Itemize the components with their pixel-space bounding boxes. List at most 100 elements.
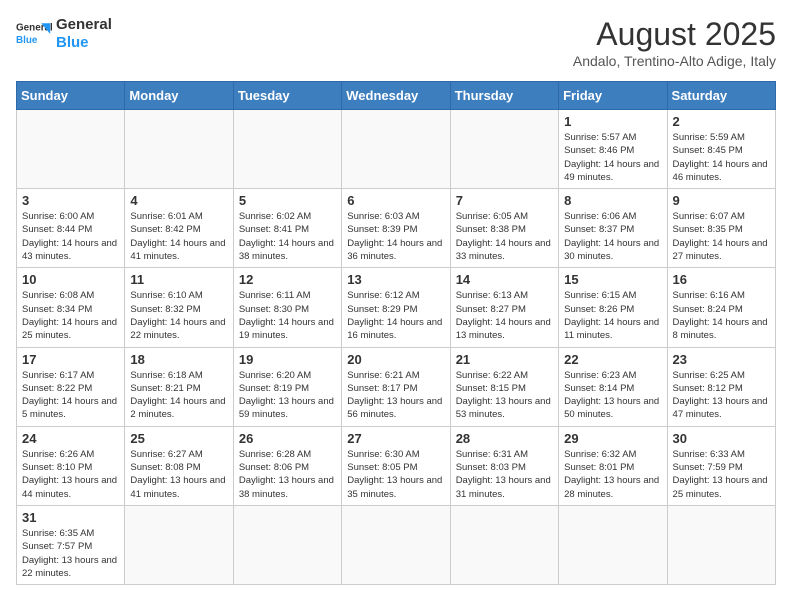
calendar-cell: 5Sunrise: 6:02 AM Sunset: 8:41 PM Daylig…: [233, 189, 341, 268]
calendar-week-row: 31 Sunrise: 6:35 AM Sunset: 7:57 PM Dayli…: [17, 505, 776, 584]
day-number: 1: [564, 114, 661, 129]
day-number: 3: [22, 193, 119, 208]
calendar-cell: 23 Sunrise: 6:25 AM Sunset: 8:12 PM Dayli…: [667, 347, 775, 426]
calendar-cell: 15Sunrise: 6:15 AM Sunset: 8:26 PM Dayli…: [559, 268, 667, 347]
day-number: 15: [564, 272, 661, 287]
calendar-cell: 31 Sunrise: 6:35 AM Sunset: 7:57 PM Dayli…: [17, 505, 125, 584]
day-number: 20: [347, 352, 444, 367]
day-info: Sunrise: 6:05 AM Sunset: 8:38 PM Dayligh…: [456, 210, 553, 263]
calendar-cell: 18 Sunrise: 6:18 AM Sunset: 8:21 PM Dayli…: [125, 347, 233, 426]
day-info: Sunrise: 6:21 AM Sunset: 8:17 PM Dayligh…: [347, 369, 444, 422]
weekday-header-sunday: Sunday: [17, 82, 125, 110]
day-number: 17: [22, 352, 119, 367]
calendar-cell: 17 Sunrise: 6:17 AM Sunset: 8:22 PM Dayli…: [17, 347, 125, 426]
svg-text:Blue: Blue: [16, 35, 38, 46]
day-number: 25: [130, 431, 227, 446]
day-info: Sunrise: 6:02 AM Sunset: 8:41 PM Dayligh…: [239, 210, 336, 263]
month-year-title: August 2025: [573, 16, 776, 53]
calendar-cell: 30 Sunrise: 6:33 AM Sunset: 7:59 PM Dayli…: [667, 426, 775, 505]
calendar-cell: [450, 505, 558, 584]
calendar-cell: [559, 505, 667, 584]
day-info: Sunrise: 6:32 AM Sunset: 8:01 PM Dayligh…: [564, 448, 661, 501]
day-number: 18: [130, 352, 227, 367]
calendar-cell: 10 Sunrise: 6:08 AM Sunset: 8:34 PM Dayli…: [17, 268, 125, 347]
day-info: Sunrise: 6:31 AM Sunset: 8:03 PM Dayligh…: [456, 448, 553, 501]
calendar-cell: 11Sunrise: 6:10 AM Sunset: 8:32 PM Dayli…: [125, 268, 233, 347]
day-number: 16: [673, 272, 770, 287]
calendar-cell: 28 Sunrise: 6:31 AM Sunset: 8:03 PM Dayli…: [450, 426, 558, 505]
day-number: 23: [673, 352, 770, 367]
day-info: Sunrise: 6:22 AM Sunset: 8:15 PM Dayligh…: [456, 369, 553, 422]
weekday-header-saturday: Saturday: [667, 82, 775, 110]
day-info: Sunrise: 6:17 AM Sunset: 8:22 PM Dayligh…: [22, 369, 119, 422]
day-info: Sunrise: 6:13 AM Sunset: 8:27 PM Dayligh…: [456, 289, 553, 342]
day-number: 31: [22, 510, 119, 525]
day-number: 7: [456, 193, 553, 208]
calendar-cell: 12 Sunrise: 6:11 AM Sunset: 8:30 PM Dayli…: [233, 268, 341, 347]
day-info: Sunrise: 6:06 AM Sunset: 8:37 PM Dayligh…: [564, 210, 661, 263]
day-number: 2: [673, 114, 770, 129]
day-info: Sunrise: 6:12 AM Sunset: 8:29 PM Dayligh…: [347, 289, 444, 342]
calendar-cell: 9 Sunrise: 6:07 AM Sunset: 8:35 PM Daylig…: [667, 189, 775, 268]
calendar-cell: 14Sunrise: 6:13 AM Sunset: 8:27 PM Dayli…: [450, 268, 558, 347]
calendar-cell: 3Sunrise: 6:00 AM Sunset: 8:44 PM Daylig…: [17, 189, 125, 268]
calendar-week-row: 17 Sunrise: 6:17 AM Sunset: 8:22 PM Dayli…: [17, 347, 776, 426]
day-number: 10: [22, 272, 119, 287]
day-number: 19: [239, 352, 336, 367]
weekday-header-tuesday: Tuesday: [233, 82, 341, 110]
calendar-cell: [125, 505, 233, 584]
calendar-cell: 19Sunrise: 6:20 AM Sunset: 8:19 PM Dayli…: [233, 347, 341, 426]
day-number: 22: [564, 352, 661, 367]
day-info: Sunrise: 6:33 AM Sunset: 7:59 PM Dayligh…: [673, 448, 770, 501]
day-number: 26: [239, 431, 336, 446]
page-header: General Blue General Blue August 2025 An…: [16, 16, 776, 69]
day-info: Sunrise: 6:23 AM Sunset: 8:14 PM Dayligh…: [564, 369, 661, 422]
calendar-week-row: 3Sunrise: 6:00 AM Sunset: 8:44 PM Daylig…: [17, 189, 776, 268]
day-info: Sunrise: 6:18 AM Sunset: 8:21 PM Dayligh…: [130, 369, 227, 422]
weekday-header-thursday: Thursday: [450, 82, 558, 110]
calendar-cell: 27Sunrise: 6:30 AM Sunset: 8:05 PM Dayli…: [342, 426, 450, 505]
day-number: 12: [239, 272, 336, 287]
day-info: Sunrise: 6:11 AM Sunset: 8:30 PM Dayligh…: [239, 289, 336, 342]
calendar-cell: 22 Sunrise: 6:23 AM Sunset: 8:14 PM Dayli…: [559, 347, 667, 426]
day-info: Sunrise: 6:30 AM Sunset: 8:05 PM Dayligh…: [347, 448, 444, 501]
calendar-week-row: 24Sunrise: 6:26 AM Sunset: 8:10 PM Dayli…: [17, 426, 776, 505]
day-info: Sunrise: 6:26 AM Sunset: 8:10 PM Dayligh…: [22, 448, 119, 501]
weekday-header-wednesday: Wednesday: [342, 82, 450, 110]
calendar-cell: 6Sunrise: 6:03 AM Sunset: 8:39 PM Daylig…: [342, 189, 450, 268]
calendar-cell: 24Sunrise: 6:26 AM Sunset: 8:10 PM Dayli…: [17, 426, 125, 505]
calendar-cell: 1 Sunrise: 5:57 AM Sunset: 8:46 PM Daylig…: [559, 110, 667, 189]
weekday-header-monday: Monday: [125, 82, 233, 110]
calendar-cell: [233, 505, 341, 584]
calendar-table: SundayMondayTuesdayWednesdayThursdayFrid…: [16, 81, 776, 585]
calendar-cell: 16 Sunrise: 6:16 AM Sunset: 8:24 PM Dayli…: [667, 268, 775, 347]
calendar-cell: [233, 110, 341, 189]
day-number: 30: [673, 431, 770, 446]
calendar-week-row: 10 Sunrise: 6:08 AM Sunset: 8:34 PM Dayli…: [17, 268, 776, 347]
calendar-cell: [342, 505, 450, 584]
day-number: 9: [673, 193, 770, 208]
day-info: Sunrise: 6:08 AM Sunset: 8:34 PM Dayligh…: [22, 289, 119, 342]
day-info: Sunrise: 6:07 AM Sunset: 8:35 PM Dayligh…: [673, 210, 770, 263]
calendar-cell: 20 Sunrise: 6:21 AM Sunset: 8:17 PM Dayli…: [342, 347, 450, 426]
calendar-week-row: 1 Sunrise: 5:57 AM Sunset: 8:46 PM Daylig…: [17, 110, 776, 189]
calendar-cell: 21Sunrise: 6:22 AM Sunset: 8:15 PM Dayli…: [450, 347, 558, 426]
calendar-cell: [342, 110, 450, 189]
day-number: 6: [347, 193, 444, 208]
weekday-header-friday: Friday: [559, 82, 667, 110]
day-number: 28: [456, 431, 553, 446]
day-info: Sunrise: 6:25 AM Sunset: 8:12 PM Dayligh…: [673, 369, 770, 422]
day-info: Sunrise: 6:28 AM Sunset: 8:06 PM Dayligh…: [239, 448, 336, 501]
calendar-cell: [667, 505, 775, 584]
day-info: Sunrise: 5:57 AM Sunset: 8:46 PM Dayligh…: [564, 131, 661, 184]
location-subtitle: Andalo, Trentino-Alto Adige, Italy: [573, 53, 776, 69]
calendar-cell: [125, 110, 233, 189]
day-info: Sunrise: 6:35 AM Sunset: 7:57 PM Dayligh…: [22, 527, 119, 580]
calendar-cell: 8Sunrise: 6:06 AM Sunset: 8:37 PM Daylig…: [559, 189, 667, 268]
day-number: 13: [347, 272, 444, 287]
logo: General Blue General Blue: [16, 16, 112, 52]
calendar-cell: 13 Sunrise: 6:12 AM Sunset: 8:29 PM Dayli…: [342, 268, 450, 347]
day-info: Sunrise: 6:16 AM Sunset: 8:24 PM Dayligh…: [673, 289, 770, 342]
weekday-header-row: SundayMondayTuesdayWednesdayThursdayFrid…: [17, 82, 776, 110]
day-info: Sunrise: 6:27 AM Sunset: 8:08 PM Dayligh…: [130, 448, 227, 501]
